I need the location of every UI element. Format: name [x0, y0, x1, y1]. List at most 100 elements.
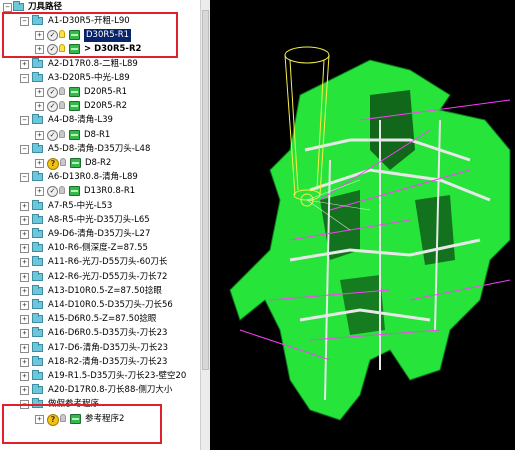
toolpath-3d-view [229, 46, 511, 421]
toolpath-label: A2-D17R0.8-二粗-L89 [48, 58, 138, 69]
collapse-icon[interactable]: − [20, 116, 29, 126]
check-icon: ✓ [47, 101, 58, 113]
toolpath-tree-panel: − 刀具路径 − A1-D30R5-开粗-L90 + ✓ D30R5-R1 + ✓ > D30… [0, 0, 200, 450]
expand-icon[interactable]: + [20, 372, 29, 381]
lightbulb-icon[interactable] [59, 44, 65, 53]
collapse-icon[interactable]: − [20, 173, 29, 183]
expand-icon[interactable]: + [20, 301, 29, 310]
collapse-icon[interactable]: − [20, 17, 29, 26]
toolpath-label: A1-D30R5-开粗-L90 [48, 16, 130, 26]
toolpath-label: A14-D10R0.5-D35刀头-刀长56 [48, 300, 173, 310]
toolpath-label: D8-R1 [84, 129, 111, 140]
graphics-viewport[interactable] [210, 0, 515, 450]
expand-icon[interactable]: + [35, 31, 44, 41]
toolpath-layer-icon [69, 101, 80, 112]
lightbulb-icon[interactable] [59, 129, 65, 138]
folder-icon [32, 327, 43, 338]
toolpath-layer-icon [70, 158, 81, 168]
expand-icon[interactable]: + [20, 386, 29, 396]
lightbulb-icon[interactable] [59, 30, 65, 39]
expand-icon[interactable]: + [35, 88, 44, 97]
folder-icon [32, 228, 43, 238]
lightbulb-icon[interactable] [60, 158, 66, 166]
toolpath-layer-icon [69, 87, 80, 97]
expand-icon[interactable]: + [35, 130, 44, 140]
expand-icon[interactable]: + [20, 343, 29, 353]
collapse-icon[interactable]: − [20, 73, 29, 83]
folder-icon [32, 384, 43, 395]
toolpath-label: A16-D6R0.5-D35刀头-刀长23 [48, 328, 168, 339]
scroll-thumb[interactable] [202, 10, 209, 370]
toolpath-label: A6-D13R0.8-清角-L89 [48, 172, 138, 183]
toolpath-layer-icon [69, 129, 80, 140]
folder-icon [32, 256, 43, 267]
collapse-icon[interactable]: − [20, 144, 29, 154]
expand-icon[interactable]: + [20, 201, 29, 211]
toolpath-label: A8-R5-中光-D35刀头-L65 [48, 214, 150, 225]
folder-icon [32, 370, 43, 380]
expand-icon[interactable]: + [20, 286, 29, 296]
lightbulb-icon[interactable] [60, 413, 66, 422]
check-icon: ✓ [47, 44, 58, 56]
toolpath-label: D8-R2 [85, 158, 112, 168]
lightbulb-icon[interactable] [59, 87, 65, 95]
tree-scrollbar[interactable] [200, 0, 210, 450]
expand-icon[interactable]: + [35, 102, 44, 112]
expand-icon[interactable]: + [20, 59, 29, 69]
toolpath-layer-icon [69, 186, 80, 197]
part-model [229, 59, 511, 421]
toolpath-label: A11-R6-光刀-D55刀头-60刀长 [48, 257, 168, 268]
expand-icon[interactable]: + [35, 159, 44, 168]
folder-icon [32, 114, 43, 125]
toolpath-label: A19-R1.5-D35刀头-刀长23-壁空20 [48, 371, 187, 381]
folder-icon [32, 142, 43, 153]
expand-icon[interactable]: + [20, 329, 29, 339]
expand-icon[interactable]: + [20, 272, 29, 282]
toolpath-label: A18-R2-清角-D35刀头-刀长23 [48, 356, 168, 367]
folder-icon [32, 15, 43, 25]
expand-icon[interactable]: + [20, 315, 29, 325]
folder-icon [32, 71, 43, 82]
expand-icon[interactable]: + [20, 244, 29, 254]
toolpath-layer-icon [69, 30, 80, 41]
toolpath-label: D13R0.8-R1 [84, 186, 136, 197]
toolpath-label: A7-R5-中光-L53 [48, 200, 113, 211]
toolpath-label: 参考程序2 [85, 413, 125, 424]
folder-icon [32, 355, 43, 366]
check-icon: ✓ [47, 129, 58, 141]
folder-icon [32, 171, 43, 182]
toolpath-label: D20R5-R2 [84, 101, 128, 112]
check-icon: ✓ [47, 186, 58, 198]
expand-icon[interactable]: + [35, 45, 44, 55]
question-icon: ? [47, 158, 59, 170]
folder-icon [32, 313, 43, 324]
folder-icon [32, 284, 43, 295]
folder-icon [32, 199, 43, 210]
toolpath-layer-icon [70, 413, 81, 424]
folder-icon [13, 1, 24, 11]
expand-icon[interactable]: + [35, 187, 44, 197]
toolpath-label: > D30R5-R2 [84, 44, 142, 55]
toolpath-label: A9-D6-清角-D35刀头-L27 [48, 229, 151, 239]
expand-icon[interactable]: + [20, 230, 29, 239]
folder-icon [32, 299, 43, 309]
toolpath-label: D20R5-R1 [84, 87, 128, 97]
folder-icon [32, 270, 43, 281]
toolpath-label: A15-D6R0.5-Z=87.50捻眼 [48, 314, 157, 325]
expand-icon[interactable]: + [20, 357, 29, 367]
toolpath-label: D30R5-R1 [84, 29, 132, 43]
toolpath-label: A20-D17R0.8-刀长88-侧刀大小 [48, 385, 173, 396]
expand-icon[interactable]: + [20, 215, 29, 225]
collapse-icon[interactable]: − [20, 400, 29, 410]
collapse-icon[interactable]: − [3, 3, 12, 12]
lightbulb-icon[interactable] [59, 186, 65, 195]
folder-icon [32, 213, 43, 224]
toolpath-label: A3-D20R5-中光-L89 [48, 72, 130, 83]
lightbulb-icon[interactable] [59, 101, 65, 110]
toolpath-label: 做假参考程序 [48, 399, 100, 410]
toolpath-label: A5-D8-清角-D35刀头-L48 [48, 143, 151, 154]
check-icon: ✓ [47, 87, 58, 98]
expand-icon[interactable]: + [35, 414, 44, 424]
toolpath-label: A4-D8-清角-L39 [48, 115, 113, 126]
expand-icon[interactable]: + [20, 258, 29, 268]
